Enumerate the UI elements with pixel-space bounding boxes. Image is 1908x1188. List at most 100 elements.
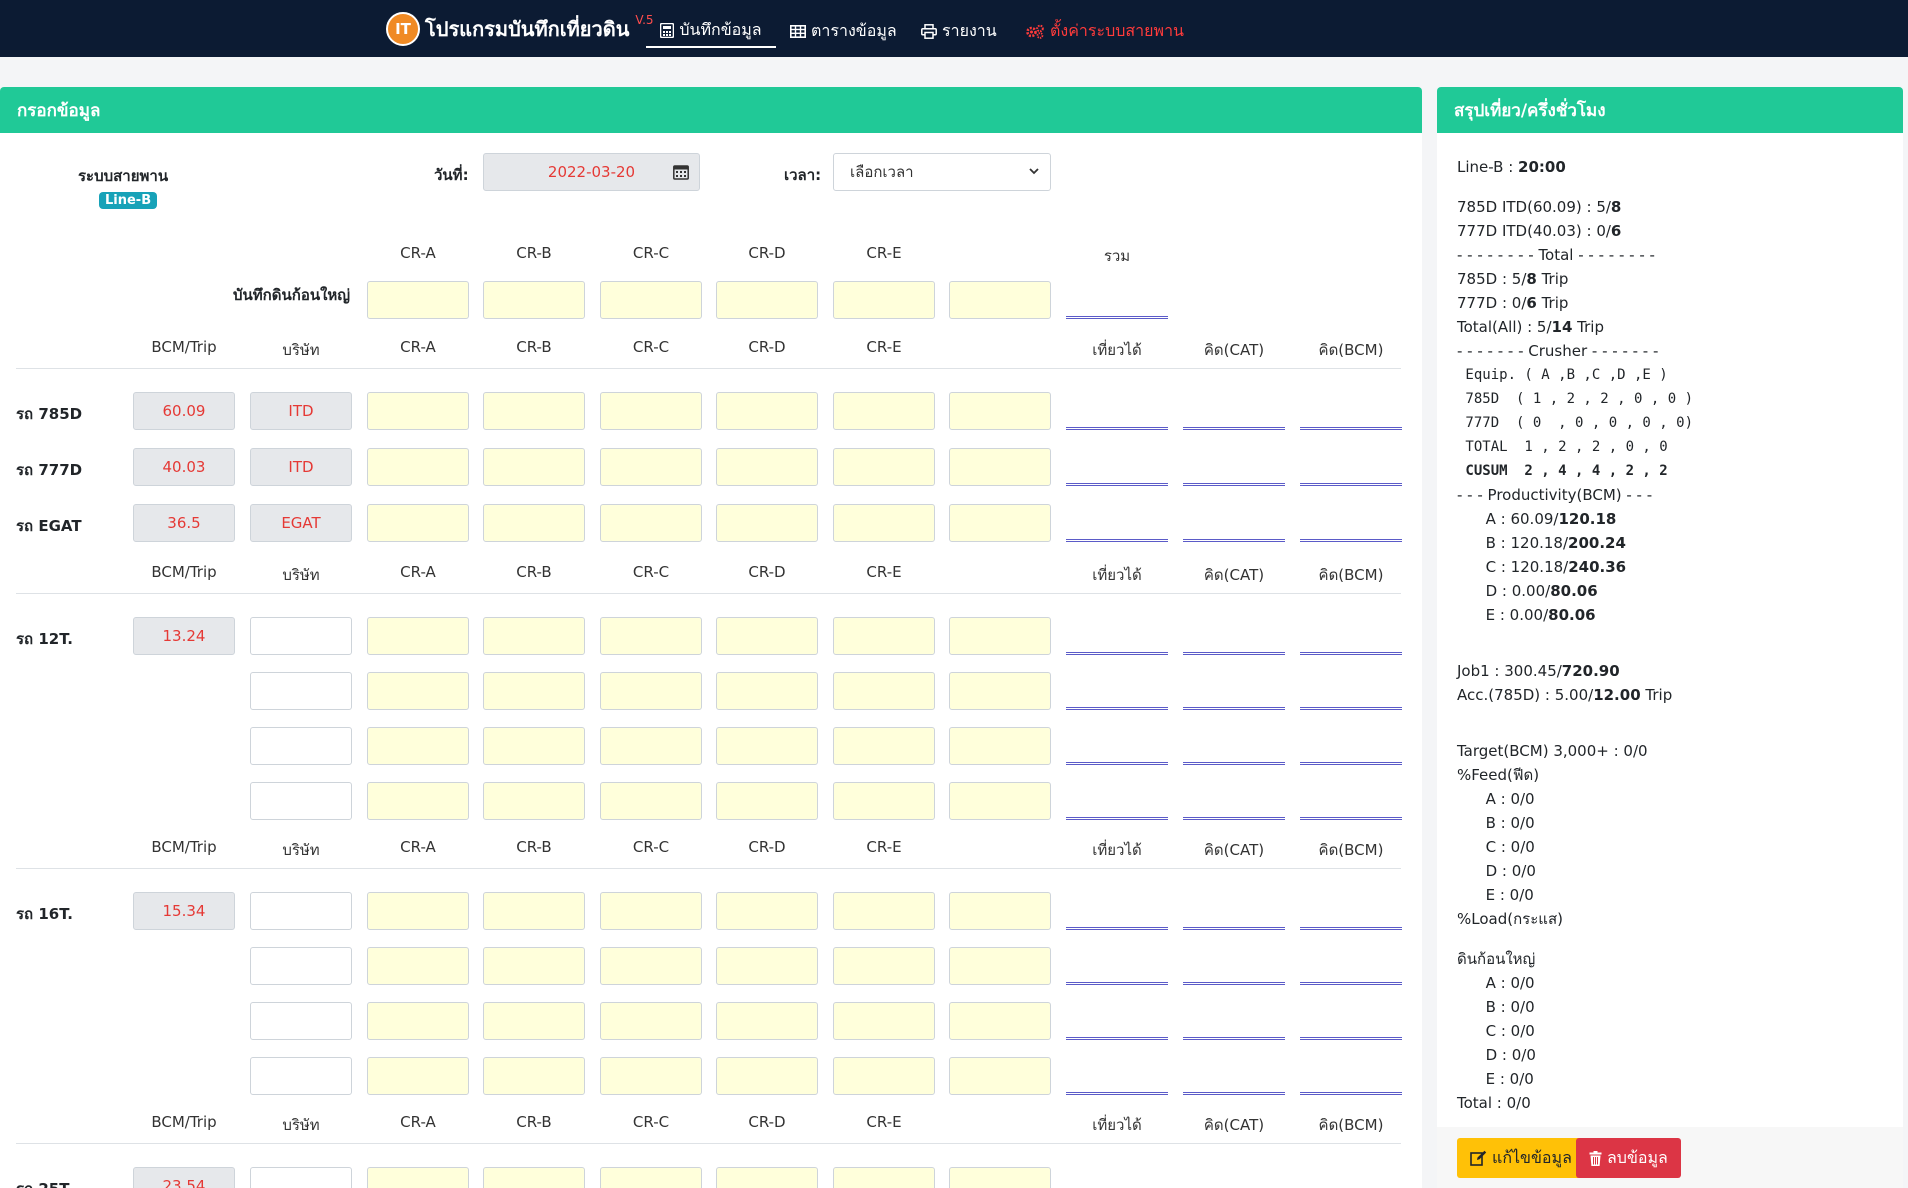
crusher-trip-input[interactable] bbox=[600, 1057, 702, 1095]
crusher-trip-input[interactable] bbox=[483, 947, 585, 985]
company-input[interactable] bbox=[250, 617, 352, 655]
crusher-trip-input[interactable] bbox=[833, 392, 935, 430]
crusher-trip-input[interactable] bbox=[949, 727, 1051, 765]
crusher-trip-input[interactable] bbox=[716, 1002, 818, 1040]
crusher-trip-input[interactable] bbox=[833, 727, 935, 765]
company-input[interactable] bbox=[250, 727, 352, 765]
big-rock-input[interactable] bbox=[483, 281, 585, 319]
crusher-trip-input[interactable] bbox=[367, 617, 469, 655]
crusher-trip-input[interactable] bbox=[716, 504, 818, 542]
crusher-trip-input[interactable] bbox=[367, 947, 469, 985]
delete-button[interactable]: ลบข้อมูล bbox=[1576, 1138, 1681, 1178]
crusher-trip-input[interactable] bbox=[483, 1167, 585, 1188]
crusher-trip-input[interactable] bbox=[949, 782, 1051, 820]
crusher-header: CR-B bbox=[516, 838, 552, 856]
crusher-trip-input[interactable] bbox=[833, 504, 935, 542]
nav-report[interactable]: รายงาน bbox=[921, 14, 997, 48]
crusher-trip-input[interactable] bbox=[367, 727, 469, 765]
big-rock-total-input[interactable] bbox=[949, 281, 1051, 319]
crusher-trip-input[interactable] bbox=[833, 1167, 935, 1188]
crusher-trip-input[interactable] bbox=[600, 782, 702, 820]
crusher-trip-input[interactable] bbox=[949, 504, 1051, 542]
crusher-trip-input[interactable] bbox=[600, 448, 702, 486]
crusher-trip-input[interactable] bbox=[949, 892, 1051, 930]
edit-button[interactable]: แก้ไขข้อมูล bbox=[1457, 1138, 1585, 1178]
crusher-trip-input[interactable] bbox=[716, 892, 818, 930]
crusher-trip-input[interactable] bbox=[600, 392, 702, 430]
date-input[interactable]: 2022-03-20 bbox=[483, 153, 700, 191]
crusher-trip-input[interactable] bbox=[949, 672, 1051, 710]
crusher-trip-input[interactable] bbox=[716, 782, 818, 820]
crusher-trip-input[interactable] bbox=[833, 892, 935, 930]
company-input[interactable] bbox=[250, 782, 352, 820]
crusher-trip-input[interactable] bbox=[716, 1167, 818, 1188]
crusher-trip-input[interactable] bbox=[833, 672, 935, 710]
crusher-trip-input[interactable] bbox=[716, 727, 818, 765]
crusher-trip-input[interactable] bbox=[600, 617, 702, 655]
crusher-trip-input[interactable] bbox=[949, 1002, 1051, 1040]
big-rock-input[interactable] bbox=[716, 281, 818, 319]
time-select[interactable]: เลือกเวลา bbox=[833, 153, 1051, 191]
crusher-trip-input[interactable] bbox=[367, 782, 469, 820]
crusher-trip-input[interactable] bbox=[600, 1167, 702, 1188]
crusher-trip-input[interactable] bbox=[483, 727, 585, 765]
company-input[interactable] bbox=[250, 1002, 352, 1040]
company-field: ITD bbox=[250, 448, 352, 486]
crusher-trip-input[interactable] bbox=[949, 448, 1051, 486]
crusher-trip-input[interactable] bbox=[367, 672, 469, 710]
crusher-trip-input[interactable] bbox=[716, 617, 818, 655]
company-input[interactable] bbox=[250, 1057, 352, 1095]
crusher-trip-input[interactable] bbox=[483, 1002, 585, 1040]
big-rock-input[interactable] bbox=[833, 281, 935, 319]
big-rock-input[interactable] bbox=[600, 281, 702, 319]
crusher-trip-input[interactable] bbox=[833, 1002, 935, 1040]
big-rock-input[interactable] bbox=[367, 281, 469, 319]
crusher-trip-input[interactable] bbox=[367, 892, 469, 930]
crusher-trip-input[interactable] bbox=[600, 947, 702, 985]
crusher-trip-input[interactable] bbox=[483, 392, 585, 430]
crusher-trip-input[interactable] bbox=[367, 1057, 469, 1095]
brand[interactable]: IT โปรแกรมบันทึกเที่ยวดิน V.5 bbox=[386, 10, 654, 48]
crusher-trip-input[interactable] bbox=[367, 1167, 469, 1188]
crusher-trip-input[interactable] bbox=[483, 672, 585, 710]
company-input[interactable] bbox=[250, 892, 352, 930]
crusher-trip-input[interactable] bbox=[716, 448, 818, 486]
crusher-trip-input[interactable] bbox=[483, 782, 585, 820]
crusher-trip-input[interactable] bbox=[600, 504, 702, 542]
company-input[interactable] bbox=[250, 672, 352, 710]
crusher-trip-input[interactable] bbox=[367, 1002, 469, 1040]
crusher-trip-input[interactable] bbox=[949, 947, 1051, 985]
crusher-trip-input[interactable] bbox=[600, 727, 702, 765]
crusher-trip-input[interactable] bbox=[949, 617, 1051, 655]
crusher-trip-input[interactable] bbox=[833, 782, 935, 820]
crusher-trip-input[interactable] bbox=[483, 617, 585, 655]
crusher-trip-input[interactable] bbox=[716, 672, 818, 710]
crusher-trip-input[interactable] bbox=[716, 947, 818, 985]
crusher-trip-input[interactable] bbox=[833, 617, 935, 655]
crusher-trip-input[interactable] bbox=[833, 448, 935, 486]
company-input[interactable] bbox=[250, 1167, 352, 1188]
crusher-trip-input[interactable] bbox=[483, 1057, 585, 1095]
summary-line: Target(BCM) 3,000+ : 0/0 bbox=[1457, 742, 1648, 760]
crusher-trip-input[interactable] bbox=[600, 1002, 702, 1040]
company-input[interactable] bbox=[250, 947, 352, 985]
crusher-trip-input[interactable] bbox=[716, 392, 818, 430]
nav-conveyor-settings[interactable]: ตั้งค่าระบบสายพาน bbox=[1025, 14, 1184, 48]
crusher-trip-input[interactable] bbox=[367, 448, 469, 486]
crusher-trip-input[interactable] bbox=[367, 392, 469, 430]
crusher-trip-input[interactable] bbox=[483, 448, 585, 486]
nav-record-data[interactable]: บันทึกข้อมูล bbox=[646, 14, 776, 48]
crusher-trip-input[interactable] bbox=[949, 1167, 1051, 1188]
nav-data-table[interactable]: ตารางข้อมูล bbox=[790, 14, 897, 48]
crusher-trip-input[interactable] bbox=[483, 504, 585, 542]
crusher-trip-input[interactable] bbox=[833, 1057, 935, 1095]
crusher-header: CR-A bbox=[400, 838, 436, 856]
crusher-trip-input[interactable] bbox=[600, 672, 702, 710]
crusher-trip-input[interactable] bbox=[600, 892, 702, 930]
crusher-trip-input[interactable] bbox=[483, 892, 585, 930]
crusher-trip-input[interactable] bbox=[949, 392, 1051, 430]
crusher-trip-input[interactable] bbox=[949, 1057, 1051, 1095]
crusher-trip-input[interactable] bbox=[367, 504, 469, 542]
crusher-trip-input[interactable] bbox=[833, 947, 935, 985]
crusher-trip-input[interactable] bbox=[716, 1057, 818, 1095]
